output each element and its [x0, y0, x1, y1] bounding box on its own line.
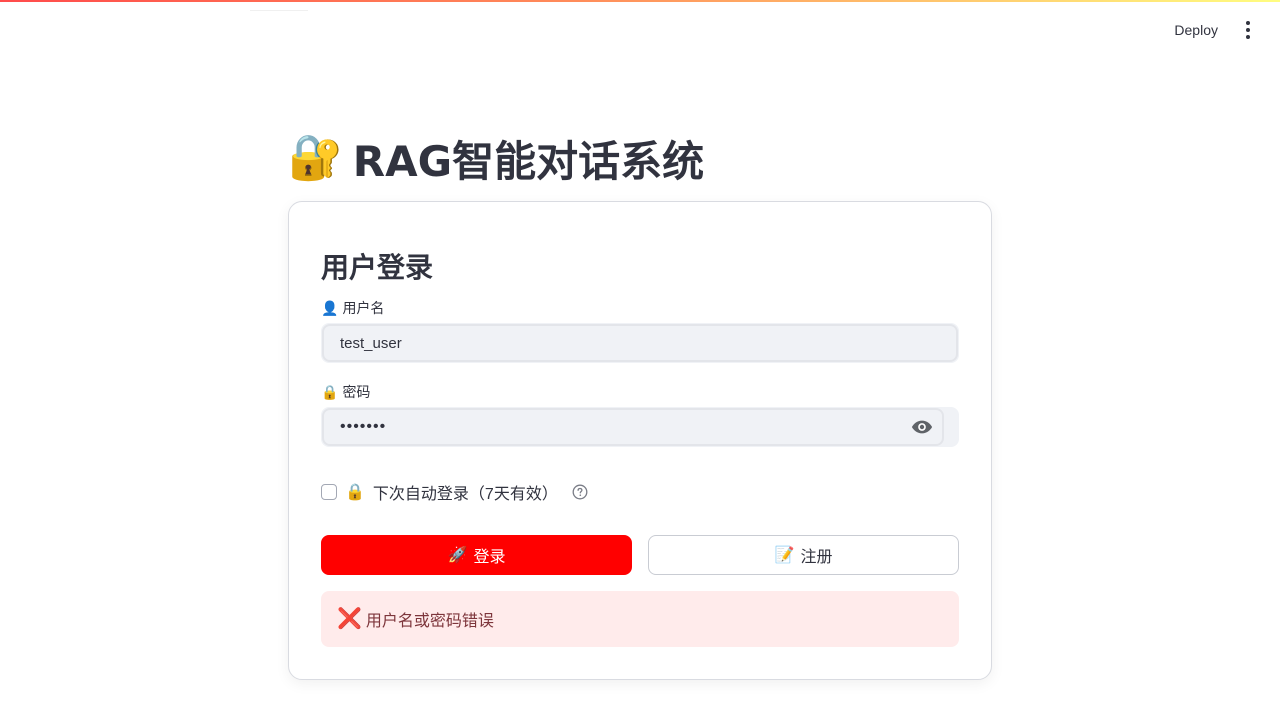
lock-icon: 🔒 [321, 383, 339, 400]
lock-key-icon: 🔐 [288, 132, 343, 183]
more-vert-icon[interactable] [1236, 18, 1260, 42]
top-decoration-stripe [0, 0, 1280, 2]
eye-icon[interactable] [911, 418, 933, 436]
top-divider [250, 10, 308, 11]
question-circle-icon[interactable] [572, 484, 588, 500]
header-actions: Deploy [1170, 18, 1260, 42]
deploy-button[interactable]: Deploy [1170, 18, 1222, 42]
username-label-text: 用户名 [342, 300, 385, 316]
rocket-icon: 🚀 [447, 547, 468, 564]
cross-mark-icon: ❌ [337, 608, 362, 630]
page-title: 🔐 RAG智能对话系统 [288, 130, 704, 186]
username-input[interactable] [322, 324, 958, 362]
remember-me-checkbox[interactable] [321, 484, 337, 500]
login-button[interactable]: 🚀 登录 [321, 535, 632, 575]
memo-icon: 📝 [774, 547, 795, 564]
register-button[interactable]: 📝 注册 [648, 535, 959, 575]
error-alert: ❌ 用户名或密码错误 [321, 591, 959, 647]
register-button-label: 注册 [800, 549, 833, 566]
password-input[interactable] [322, 408, 944, 446]
form-heading: 用户登录 [321, 251, 434, 284]
login-button-label: 登录 [473, 549, 506, 566]
remember-me-label[interactable]: 下次自动登录（7天有效） [373, 480, 558, 504]
error-message: 用户名或密码错误 [365, 613, 494, 630]
password-label-text: 密码 [342, 384, 371, 400]
lock-icon: 🔒 [345, 484, 365, 501]
login-form: 用户登录 👤 用户名 🔒 密码 🔒 下次自动登录（7天有效） 🚀 登录 📝 [288, 201, 992, 680]
page-title-text: RAG智能对话系统 [352, 136, 705, 186]
remember-me-row: 🔒 下次自动登录（7天有效） [321, 481, 588, 503]
user-icon: 👤 [321, 299, 339, 316]
password-field-wrapper [321, 407, 959, 447]
password-label: 🔒 密码 [321, 382, 370, 402]
username-field-wrapper [321, 323, 959, 363]
username-label: 👤 用户名 [321, 298, 384, 318]
